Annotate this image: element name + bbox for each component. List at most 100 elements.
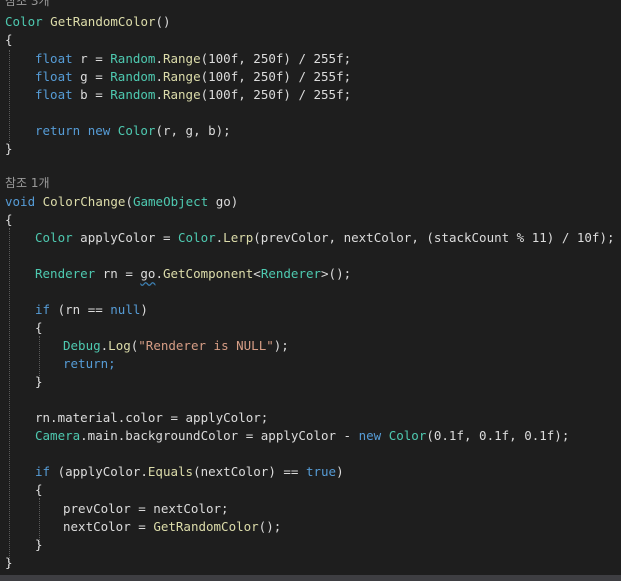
token-text: b = <box>72 87 111 102</box>
token-type: Random <box>110 51 156 66</box>
token-keyword: void <box>5 194 36 209</box>
code-line-26: { <box>35 481 43 499</box>
token-type: Renderer <box>35 266 96 281</box>
token-keyword: null <box>110 302 141 317</box>
code-editor[interactable]: 참조 3개 Color GetRandomColor () { float r =… <box>0 0 621 581</box>
code-line-19: return; <box>63 355 116 373</box>
token-text: >(); <box>321 266 352 281</box>
token-punct: . <box>155 69 163 84</box>
token-text: (prevColor, nextColor, (stackCount % 11)… <box>253 230 615 245</box>
token-method: Range <box>162 87 201 102</box>
token-text: applyColor = <box>72 230 178 245</box>
code-line-27: prevColor = nextColor; <box>63 500 229 518</box>
brace-close: } <box>5 555 13 570</box>
token-type: Random <box>110 69 156 84</box>
token-punct: ) <box>336 464 344 479</box>
token-type: Random <box>110 87 156 102</box>
token-method: ColorChange <box>42 194 126 209</box>
token-text: (100f, 250f) / 255f; <box>200 87 352 102</box>
code-line-29: } <box>35 536 43 554</box>
code-line-8: } <box>5 140 13 158</box>
token-text: g = <box>72 69 111 84</box>
reference-count-hint[interactable]: 참조 3개 <box>5 0 50 10</box>
code-line-30: } <box>5 554 13 572</box>
brace-close: } <box>35 374 43 389</box>
token-keyword: return <box>35 123 81 138</box>
token-method: Range <box>162 51 201 66</box>
horizontal-scrollbar[interactable] <box>0 575 621 581</box>
token-text: (applyColor. <box>50 464 148 479</box>
token-keyword: new <box>358 428 382 443</box>
token-type: Color <box>5 14 43 29</box>
token-method: GetRandomColor <box>153 519 259 534</box>
code-line-20: } <box>35 373 43 391</box>
token-text: go) <box>208 194 239 209</box>
token-text: r = <box>72 51 111 66</box>
code-line-10: void ColorChange(GameObject go) <box>5 193 238 211</box>
token-type: Color <box>35 230 73 245</box>
code-line-25: if (applyColor.Equals(nextColor) == true… <box>35 463 344 481</box>
token-text: .main.backgroundColor = applyColor - <box>80 428 359 443</box>
token-keyword: float <box>35 69 73 84</box>
token-punct: ( <box>125 194 133 209</box>
token-string: "Renderer is NULL" <box>138 338 274 353</box>
reference-count-hint[interactable]: 참조 1개 <box>5 174 50 192</box>
code-line-14: Renderer rn = go.GetComponent<Renderer>(… <box>35 265 351 283</box>
token-text: prevColor = nextColor; <box>63 501 229 516</box>
token-text: (rn == <box>50 302 111 317</box>
code-line-22: rn.material.color = applyColor; <box>35 409 268 427</box>
brace-close: } <box>5 141 13 156</box>
token-text: (0.1f, 0.1f, 0.1f); <box>426 428 570 443</box>
code-line-3: float r = Random.Range(100f, 250f) / 255… <box>35 50 351 68</box>
token-keyword: if <box>35 302 51 317</box>
brace-close: } <box>35 537 43 552</box>
token-squiggle: go <box>140 266 156 281</box>
token-punct: . <box>155 266 163 281</box>
code-line-17: { <box>35 319 43 337</box>
token-method: GetComponent <box>162 266 254 281</box>
code-line-5: float b = Random.Range(100f, 250f) / 255… <box>35 86 351 104</box>
token-punct: < <box>253 266 261 281</box>
token-text: rn = <box>95 266 141 281</box>
token-type: Camera <box>35 428 81 443</box>
token-text: (100f, 250f) / 255f; <box>200 69 352 84</box>
code-line-23: Camera.main.backgroundColor = applyColor… <box>35 427 569 445</box>
token-text: nextColor = <box>63 519 154 534</box>
token-method: Lerp <box>223 230 254 245</box>
code-line-11: { <box>5 211 13 229</box>
token-keyword: float <box>35 51 73 66</box>
token-keyword: float <box>35 87 73 102</box>
indent-guide <box>9 50 10 142</box>
brace-open: { <box>5 32 13 47</box>
token-type: Debug <box>63 338 101 353</box>
code-line-2: { <box>5 31 13 49</box>
code-line-16: if (rn == null) <box>35 301 148 319</box>
token-punct: . <box>155 51 163 66</box>
code-line-28: nextColor = GetRandomColor(); <box>63 518 281 536</box>
token-type: Renderer <box>260 266 322 281</box>
token-method: Equals <box>147 464 194 479</box>
code-line-18: Debug.Log("Renderer is NULL"); <box>63 337 289 355</box>
token-punct: () <box>155 14 171 29</box>
token-text: (r, g, b); <box>155 123 231 138</box>
brace-open: { <box>35 320 43 335</box>
token-text: rn.material.color = applyColor; <box>35 410 269 425</box>
indent-guide <box>9 228 10 568</box>
token-keyword: true <box>305 464 337 479</box>
token-text: (); <box>258 519 282 534</box>
code-line-7: return new Color(r, g, b); <box>35 122 231 140</box>
code-line-1: Color GetRandomColor() <box>5 13 171 31</box>
token-keyword: if <box>35 464 51 479</box>
token-method: Range <box>162 69 201 84</box>
token-text: (nextColor) == <box>193 464 306 479</box>
code-line-4: float g = Random.Range(100f, 250f) / 255… <box>35 68 351 86</box>
token-punct: . <box>155 87 163 102</box>
token-punct: ); <box>273 338 289 353</box>
token-type: Color <box>178 230 216 245</box>
token-keyword: new <box>87 123 111 138</box>
code-line-12: Color applyColor = Color.Lerp(prevColor,… <box>35 229 615 247</box>
token-method: Log <box>108 338 131 353</box>
token-type: Color <box>388 428 427 443</box>
token-keyword: return; <box>63 356 116 371</box>
token-type: GameObject <box>132 194 209 209</box>
